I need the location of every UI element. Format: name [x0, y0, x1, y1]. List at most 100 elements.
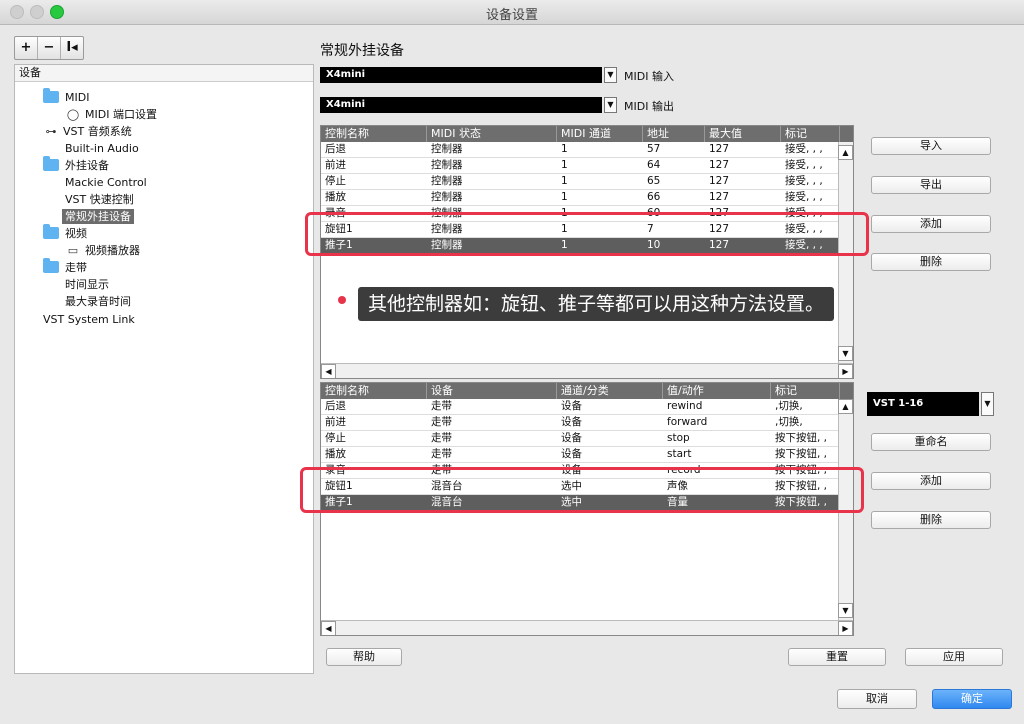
tree-item-midi[interactable]: MIDI	[43, 88, 89, 106]
table-cell: 走带	[431, 416, 452, 428]
tree-item-generic-remote[interactable]: 常规外挂设备	[62, 208, 134, 225]
import-button[interactable]: 导入	[871, 137, 991, 155]
tree-item-max-record-time[interactable]: 最大录音时间	[65, 293, 131, 310]
export-button[interactable]: 导出	[871, 176, 991, 194]
column-header[interactable]: 地址	[643, 126, 705, 142]
table-cell: 设备	[561, 432, 582, 444]
add-device-button[interactable]: +	[15, 37, 38, 59]
page-title: 常规外挂设备	[320, 43, 404, 59]
tree-item-vst-audio-system[interactable]: ⊶ VST 音频系统	[43, 123, 132, 140]
tree-item-midi-port-setup[interactable]: ◯ MIDI 端口设置	[65, 106, 157, 123]
table-cell: 控制器	[431, 143, 463, 155]
table-cell: 走带	[431, 448, 452, 460]
folder-icon	[43, 224, 59, 239]
column-header[interactable]: 标记	[771, 383, 840, 399]
table-cell: 127	[709, 159, 730, 171]
column-header[interactable]: 通道/分类	[557, 383, 663, 399]
tree-item-transport[interactable]: 走带	[43, 258, 87, 276]
column-header[interactable]: 最大值	[705, 126, 781, 142]
table-row[interactable]: 前进 走带 设备 forward ,切换,	[321, 415, 853, 431]
table-cell: 走带	[431, 400, 452, 412]
rename-button[interactable]: 重命名	[871, 433, 991, 451]
annotation-callout: 其他控制器如：旋钮、推子等都可以用这种方法设置。	[358, 287, 835, 321]
table-cell: 1	[561, 175, 568, 187]
column-header[interactable]: MIDI 通道	[557, 126, 643, 142]
apply-button[interactable]: 应用	[905, 648, 1003, 666]
tree-item-builtin-audio[interactable]: Built-in Audio	[65, 140, 139, 157]
delete-command-button[interactable]: 删除	[871, 511, 991, 529]
midi-output-label: MIDI 输出	[624, 100, 674, 113]
highlight-box	[305, 212, 869, 256]
tree-item-vst-system-link[interactable]: VST System Link	[43, 311, 135, 328]
column-header[interactable]: 设备	[427, 383, 557, 399]
folder-icon	[43, 88, 59, 103]
tree-item-video-player[interactable]: ▭ 视频播放器	[65, 242, 140, 259]
table-cell: 控制器	[431, 191, 463, 203]
scroll-right-button[interactable]: ▶	[838, 621, 853, 635]
folder-icon	[43, 258, 59, 273]
column-header[interactable]: 标记	[781, 126, 840, 142]
add-command-button[interactable]: 添加	[871, 472, 991, 490]
midi-port-icon: ◯	[66, 108, 80, 121]
horizontal-scrollbar[interactable]: ◀ ▶	[321, 620, 853, 635]
remove-device-button[interactable]: −	[38, 37, 61, 59]
help-button[interactable]: 帮助	[326, 648, 402, 666]
table-row[interactable]: 停止 走带 设备 stop 按下按钮, ,	[321, 431, 853, 447]
delete-control-button[interactable]: 删除	[871, 253, 991, 271]
table-cell: 播放	[325, 191, 346, 203]
highlight-box	[300, 467, 864, 513]
column-header[interactable]: 值/动作	[663, 383, 771, 399]
table-cell: 127	[709, 175, 730, 187]
scroll-up-button[interactable]: ▲	[838, 145, 853, 160]
chevron-down-icon[interactable]: ▼	[604, 67, 617, 83]
ok-button[interactable]: 确定	[932, 689, 1012, 709]
table-cell: 设备	[561, 416, 582, 428]
tree-item-video[interactable]: 视频	[43, 224, 87, 242]
bank-select[interactable]: VST 1-16	[867, 392, 979, 416]
midi-input-label: MIDI 输入	[624, 70, 674, 83]
cancel-button[interactable]: 取消	[837, 689, 917, 709]
table-cell: 前进	[325, 159, 346, 171]
tree-item-mackie-control[interactable]: Mackie Control	[65, 174, 147, 191]
table-cell: 前进	[325, 416, 346, 428]
table-cell: 65	[647, 175, 661, 187]
reset-device-button[interactable]: I◂	[61, 37, 83, 59]
table-cell: 停止	[325, 175, 346, 187]
table-cell: 接受, , ,	[785, 191, 823, 203]
tree-item-vst-quick-controls[interactable]: VST 快速控制	[65, 191, 134, 208]
reset-button[interactable]: 重置	[788, 648, 886, 666]
column-header[interactable]: 控制名称	[321, 383, 427, 399]
scroll-right-button[interactable]: ▶	[838, 364, 853, 378]
scroll-left-button[interactable]: ◀	[321, 621, 336, 635]
tree-item-time-display[interactable]: 时间显示	[65, 276, 109, 293]
column-header[interactable]: MIDI 状态	[427, 126, 557, 142]
folder-icon	[43, 156, 59, 171]
table-row[interactable]: 后退 走带 设备 rewind ,切换,	[321, 399, 853, 415]
table-cell: 1	[561, 143, 568, 155]
scroll-down-button[interactable]: ▼	[838, 603, 853, 618]
table-row[interactable]: 播放 走带 设备 start 按下按钮, ,	[321, 447, 853, 463]
table-cell: 走带	[431, 432, 452, 444]
table-row[interactable]: 前进 控制器 1 64 127 接受, , ,	[321, 158, 853, 174]
table-cell: 接受, , ,	[785, 159, 823, 171]
scroll-down-button[interactable]: ▼	[838, 346, 853, 361]
audio-system-icon: ⊶	[45, 125, 57, 138]
horizontal-scrollbar[interactable]: ◀ ▶	[321, 363, 853, 378]
midi-input-select[interactable]: X4mini	[320, 67, 602, 83]
add-control-button[interactable]: 添加	[871, 215, 991, 233]
chevron-down-icon[interactable]: ▼	[604, 97, 617, 113]
scroll-up-button[interactable]: ▲	[838, 399, 853, 414]
column-header[interactable]: 控制名称	[321, 126, 427, 142]
chevron-down-icon[interactable]: ▼	[981, 392, 994, 416]
device-tree-header: 设备	[15, 65, 313, 82]
table-cell: 后退	[325, 400, 346, 412]
title-bar: 设备设置	[0, 0, 1024, 25]
table-cell: start	[667, 448, 692, 460]
table-row[interactable]: 停止 控制器 1 65 127 接受, , ,	[321, 174, 853, 190]
table-row[interactable]: 播放 控制器 1 66 127 接受, , ,	[321, 190, 853, 206]
tree-item-remote-devices[interactable]: 外挂设备	[43, 156, 109, 174]
scroll-left-button[interactable]: ◀	[321, 364, 336, 378]
table-row[interactable]: 后退 控制器 1 57 127 接受, , ,	[321, 142, 853, 158]
device-toolbar: + − I◂	[14, 36, 84, 60]
midi-output-select[interactable]: X4mini	[320, 97, 602, 113]
